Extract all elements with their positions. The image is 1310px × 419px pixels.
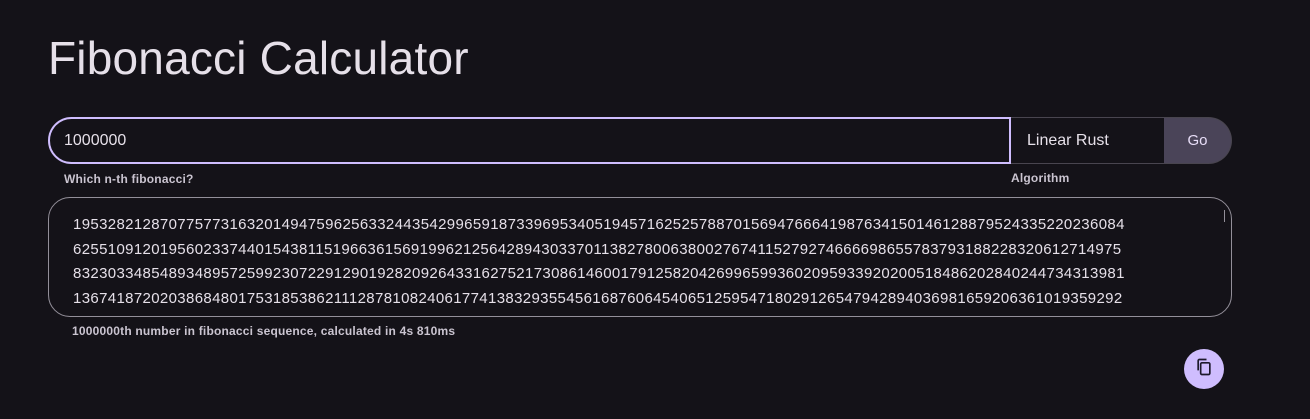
n-input-helper: Which n-th fibonacci? — [64, 172, 194, 186]
algorithm-selected-value: Linear Rust — [1027, 131, 1109, 149]
calculator-form: Linear Rust Go — [48, 117, 1232, 164]
copy-icon — [1194, 357, 1214, 382]
result-line: 1367418720203868480175318538621112878108… — [73, 289, 1123, 307]
result-line: 6255109120195602337440154381151966361569… — [73, 240, 1122, 258]
page: Fibonacci Calculator Linear Rust Go Whic… — [0, 0, 1310, 419]
scrollbar[interactable] — [1224, 210, 1229, 222]
go-button-label: Go — [1187, 132, 1208, 149]
result-line: 1953282128707757731632014947596256332443… — [73, 216, 1125, 233]
result-caption: 1000000th number in fibonacci sequence, … — [72, 324, 456, 338]
page-title: Fibonacci Calculator — [48, 32, 469, 84]
result-text: 1953282128707757731632014947596256332443… — [73, 213, 1213, 311]
algorithm-helper: Algorithm — [1011, 171, 1070, 185]
n-input[interactable] — [48, 117, 1011, 164]
copy-button[interactable] — [1184, 349, 1224, 389]
result-line: 8323033485489348957259923072291290192820… — [73, 265, 1125, 282]
algorithm-select[interactable]: Linear Rust — [1011, 117, 1164, 164]
result-textarea[interactable]: 1953282128707757731632014947596256332443… — [48, 197, 1232, 317]
go-button[interactable]: Go — [1164, 117, 1232, 164]
